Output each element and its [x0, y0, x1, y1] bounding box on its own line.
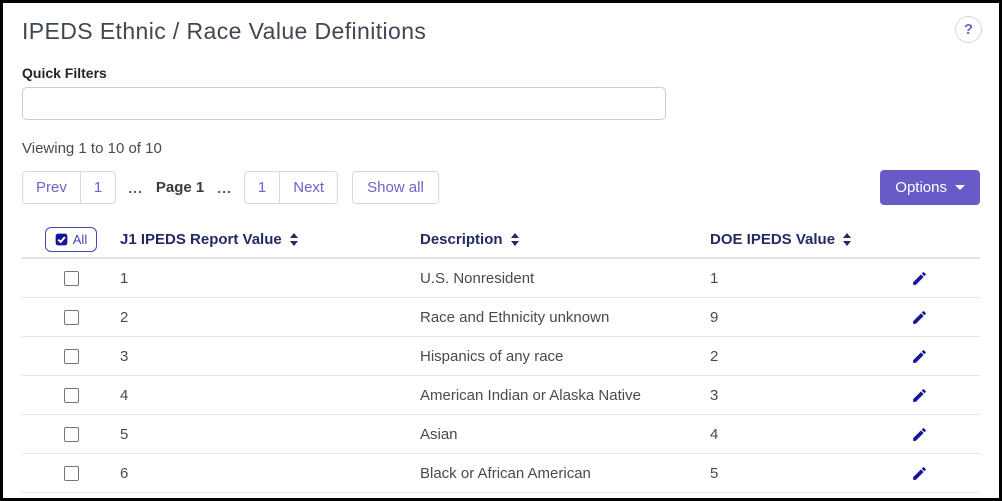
doe-value-cell: 1	[710, 270, 880, 287]
select-all-button[interactable]: All	[45, 227, 97, 252]
doe-value-cell: 4	[710, 426, 880, 443]
prev-button-group: Prev 1	[22, 171, 116, 204]
chevron-down-icon	[955, 185, 965, 190]
table-body: 1 U.S. Nonresident 1 2 Race and Ethnicit…	[22, 259, 980, 493]
table-row: 1 U.S. Nonresident 1	[22, 259, 980, 298]
prev-button[interactable]: Prev	[23, 172, 80, 203]
report-value-cell: 6	[120, 465, 420, 482]
column-header-label: J1 IPEDS Report Value	[120, 231, 282, 248]
check-square-icon	[55, 233, 68, 246]
sort-icon	[843, 233, 851, 246]
sort-icon	[511, 233, 519, 246]
column-header-report-value[interactable]: J1 IPEDS Report Value	[120, 231, 420, 248]
quick-filters-input[interactable]	[22, 87, 666, 120]
quick-filters-label: Quick Filters	[22, 65, 980, 81]
page: IPEDS Ethnic / Race Value Definitions ? …	[0, 0, 1002, 501]
row-checkbox[interactable]	[64, 427, 79, 442]
doe-value-cell: 3	[710, 387, 880, 404]
table-row: 2 Race and Ethnicity unknown 9	[22, 298, 980, 337]
column-header-label: DOE IPEDS Value	[710, 231, 835, 248]
table-row: 4 American Indian or Alaska Native 3	[22, 376, 980, 415]
table-row: 3 Hispanics of any race 2	[22, 337, 980, 376]
edit-pencil-icon[interactable]	[911, 270, 928, 287]
next-page-number-button[interactable]: 1	[245, 172, 279, 203]
options-button[interactable]: Options	[880, 170, 980, 205]
ellipsis-left: ...	[128, 183, 143, 193]
sort-icon	[290, 233, 298, 246]
definitions-table: All J1 IPEDS Report Value Description DO…	[22, 221, 980, 493]
question-mark-icon: ?	[964, 21, 973, 38]
pagination-bar: Prev 1 ... Page 1 ... 1 Next Show all Op…	[22, 170, 980, 205]
table-header-row: All J1 IPEDS Report Value Description DO…	[22, 221, 980, 259]
description-cell: Black or African American	[420, 465, 710, 482]
table-row: 6 Black or African American 5	[22, 454, 980, 493]
description-cell: Hispanics of any race	[420, 348, 710, 365]
report-value-cell: 4	[120, 387, 420, 404]
doe-value-cell: 2	[710, 348, 880, 365]
row-checkbox[interactable]	[64, 271, 79, 286]
row-checkbox[interactable]	[64, 310, 79, 325]
row-checkbox[interactable]	[64, 388, 79, 403]
row-checkbox[interactable]	[64, 349, 79, 364]
doe-value-cell: 9	[710, 309, 880, 326]
viewing-status: Viewing 1 to 10 of 10	[22, 140, 980, 157]
current-page-label: Page 1	[156, 179, 204, 196]
page-title: IPEDS Ethnic / Race Value Definitions	[22, 18, 980, 45]
description-cell: American Indian or Alaska Native	[420, 387, 710, 404]
help-button[interactable]: ?	[955, 16, 982, 43]
edit-pencil-icon[interactable]	[911, 426, 928, 443]
edit-pencil-icon[interactable]	[911, 348, 928, 365]
report-value-cell: 1	[120, 270, 420, 287]
report-value-cell: 5	[120, 426, 420, 443]
ellipsis-right: ...	[217, 183, 232, 193]
column-header-doe-value[interactable]: DOE IPEDS Value	[710, 231, 880, 248]
show-all-button[interactable]: Show all	[352, 171, 439, 204]
next-button[interactable]: Next	[279, 172, 337, 203]
column-header-label: Description	[420, 231, 503, 248]
description-cell: U.S. Nonresident	[420, 270, 710, 287]
select-all-label: All	[73, 232, 87, 247]
options-button-label: Options	[895, 179, 947, 196]
edit-pencil-icon[interactable]	[911, 387, 928, 404]
prev-page-number-button[interactable]: 1	[80, 172, 115, 203]
table-row: 5 Asian 4	[22, 415, 980, 454]
edit-pencil-icon[interactable]	[911, 465, 928, 482]
edit-pencil-icon[interactable]	[911, 309, 928, 326]
next-button-group: 1 Next	[244, 171, 338, 204]
description-cell: Race and Ethnicity unknown	[420, 309, 710, 326]
report-value-cell: 3	[120, 348, 420, 365]
description-cell: Asian	[420, 426, 710, 443]
report-value-cell: 2	[120, 309, 420, 326]
row-checkbox[interactable]	[64, 466, 79, 481]
doe-value-cell: 5	[710, 465, 880, 482]
column-header-description[interactable]: Description	[420, 231, 710, 248]
